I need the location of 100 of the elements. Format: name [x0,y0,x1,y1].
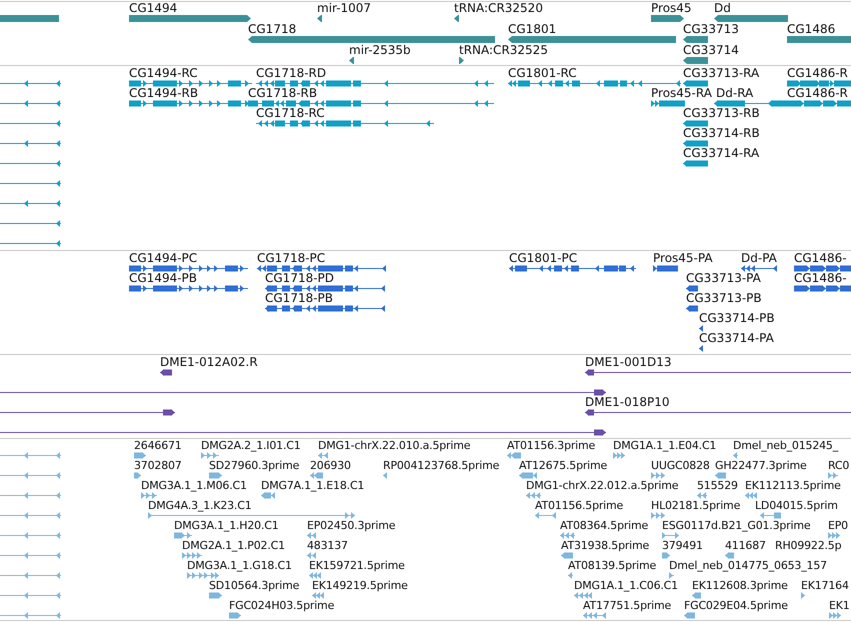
feature-label: Dd-RA [716,87,754,100]
feature-model-drawing[interactable] [699,325,703,332]
feature-model-drawing[interactable] [683,160,708,167]
feature-label: RC0 [828,459,850,472]
feature-label: DME1-012A02.R [160,356,258,369]
feature-model-drawing[interactable] [651,100,685,107]
feature-label: CG1494 [129,2,178,15]
feature-label: FGC029E04.5prime [684,599,788,612]
feature-model-drawing[interactable] [160,369,172,376]
feature-label: Dd [714,2,731,15]
feature-model-drawing[interactable] [790,100,851,107]
feature-label: CG1486- [794,272,847,285]
feature-label: CG33713-RB [683,107,760,120]
feature-label: CG1718-RD [256,67,326,80]
feature-label: CG1718-RB [248,87,318,100]
feature-bar[interactable] [683,57,708,64]
feature-label: CG33713-PB [686,292,762,305]
feature-model-drawing[interactable] [0,140,61,147]
feature-label: CG33713-PA [686,272,761,285]
feature-model-drawing[interactable] [0,120,61,127]
feature-bar[interactable] [454,15,459,22]
feature-model-drawing[interactable] [0,409,175,416]
feature-model-drawing[interactable] [585,369,851,376]
feature-label: CG33714-PB [699,312,775,325]
feature-label: CG1801-PC [509,252,578,265]
feature-bar[interactable] [714,15,788,22]
feature-model-drawing[interactable] [0,100,61,107]
feature-model-drawing[interactable] [0,160,61,167]
feature-label: EK112608.3prime [692,579,788,592]
feature-label: 3702807 [134,459,182,472]
feature-model-drawing[interactable] [683,140,708,147]
feature-model-drawing[interactable] [741,265,777,272]
feature-label: CG1494-RC [129,67,198,80]
feature-model-drawing[interactable] [787,80,851,87]
feature-model-drawing[interactable] [585,409,851,416]
feature-model-drawing[interactable] [686,305,698,312]
feature-model-drawing[interactable] [265,305,385,312]
feature-model-drawing[interactable] [509,265,636,272]
feature-label: AT08364.5prime [560,519,648,532]
feature-label: EK112113.5prime [745,479,841,492]
feature-label: CG33714-RA [683,147,760,160]
feature-label: AT31938.5prime [561,539,650,552]
feature-label: 2646671 [134,439,182,452]
feature-model-drawing[interactable] [714,100,790,107]
feature-label: GH22477.3prime [715,459,807,472]
feature-label: CG1718 [248,23,296,36]
feature-bar[interactable] [459,57,464,64]
feature-label: DME1-018P10 [585,396,670,409]
feature-label: CG33713 [683,23,739,36]
feature-label: EK159721.5prime [309,559,405,572]
feature-label: DMG2A.2_1.I01.C1 [201,439,301,452]
feature-model-drawing[interactable] [0,429,606,436]
feature-model-drawing[interactable] [508,80,681,87]
feature-model-drawing[interactable] [0,80,61,87]
feature-label: Pros45-RA [651,87,712,100]
feature-model-drawing[interactable] [794,285,851,292]
feature-model-drawing[interactable] [0,200,61,207]
feature-label: AT17751.5prime [583,599,672,612]
feature-label: Dmel_neb_014775_0653_157 [669,559,827,572]
feature-bar[interactable] [651,15,684,22]
feature-label: AT01156.3prime [507,439,596,452]
feature-model-drawing[interactable] [129,265,248,272]
feature-model-drawing[interactable] [256,80,494,87]
feature-label: tRNA:CR32525 [459,44,548,57]
feature-model-drawing[interactable] [653,265,678,272]
feature-bar[interactable] [349,57,354,64]
feature-model-drawing[interactable] [794,265,851,272]
feature-bar[interactable] [317,15,322,22]
feature-label: DMG7A.1_1.E18.C1 [261,479,364,492]
feature-label: CG1486-R [787,67,848,80]
feature-model-drawing[interactable] [256,120,434,127]
feature-label: FGC024H03.5prime [229,599,334,612]
feature-label: CG33714-RB [683,127,760,140]
feature-label: AT12675.5prime [519,459,608,472]
feature-model-drawing[interactable] [699,345,703,352]
feature-label: DMG4A.3_1.K23.C1 [148,499,252,512]
feature-label: DMG1A.1_1.E04.C1 [613,439,716,452]
feature-model-drawing[interactable] [683,120,708,127]
feature-model-drawing[interactable] [257,265,386,272]
feature-label: EK149219.5prime [312,579,408,592]
feature-model-drawing[interactable] [129,80,252,87]
feature-model-drawing[interactable] [686,285,698,292]
feature-model-drawing[interactable] [248,100,494,107]
feature-model-drawing[interactable] [0,220,61,227]
feature-label: CG1718-RC [256,107,325,120]
feature-model-drawing[interactable] [129,285,248,292]
feature-model-drawing[interactable] [0,180,61,187]
feature-label: CG1801-RC [508,67,577,80]
feature-label: CG1801 [508,23,556,36]
feature-label: tRNA:CR32520 [454,2,543,15]
feature-model-drawing[interactable] [0,240,61,247]
feature-label: DMG1A.1_1.C06.C1 [574,579,678,592]
feature-label: CG1486-R [787,87,848,100]
feature-label: CG1486 [787,23,836,36]
feature-label: CG1486- [794,252,847,265]
feature-model-drawing[interactable] [0,389,606,396]
feature-model-drawing[interactable] [265,285,385,292]
feature-model-drawing[interactable] [683,80,708,87]
feature-label: SD10564.3prime [209,579,300,592]
feature-bar[interactable] [683,36,708,43]
